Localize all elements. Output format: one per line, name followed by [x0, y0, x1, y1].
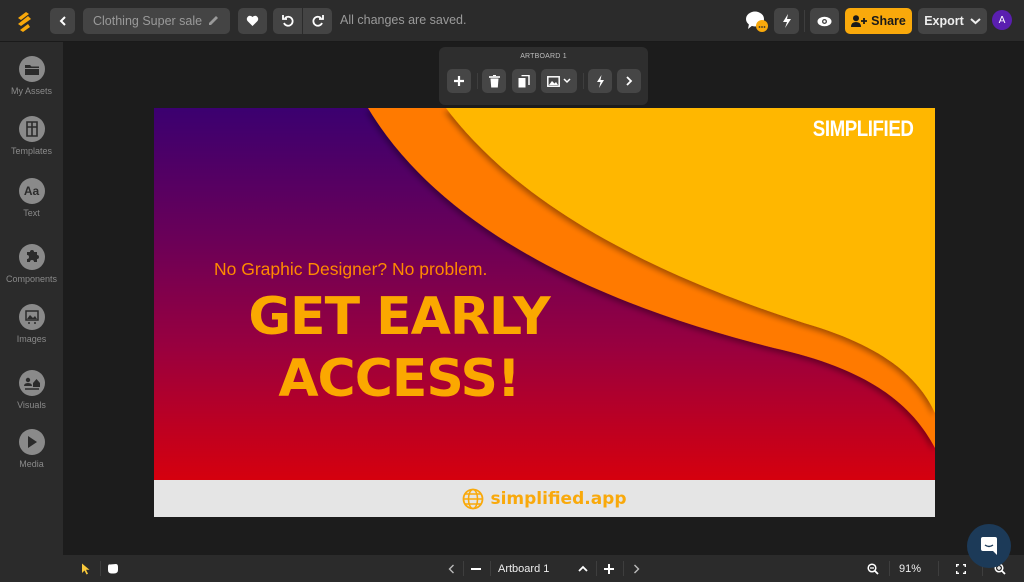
headline-line-2: ACCESS! [278, 349, 520, 409]
remove-artboard-button[interactable] [468, 555, 484, 582]
sidebar-item-media[interactable]: Media [0, 429, 63, 469]
next-artboard-button[interactable] [617, 69, 641, 93]
delete-artboard-button[interactable] [482, 69, 506, 93]
comments-button[interactable] [745, 10, 771, 34]
app-logo-icon[interactable] [14, 10, 34, 32]
fit-to-screen-button[interactable] [953, 555, 969, 582]
tagline-text: No Graphic Designer? No problem. [214, 259, 488, 279]
export-label: Export [924, 14, 964, 28]
plus-icon [604, 563, 614, 574]
add-artboard-button[interactable] [447, 69, 471, 93]
image-icon [18, 304, 45, 330]
add-user-icon [851, 15, 868, 27]
eye-icon [817, 16, 832, 26]
sidebar-item-images[interactable]: Images [0, 304, 63, 344]
chevron-left-icon [59, 16, 66, 26]
heart-icon [246, 15, 259, 26]
save-status: All changes are saved. [340, 13, 467, 27]
comment-icon [746, 11, 768, 32]
hand-tool-button[interactable] [105, 555, 121, 582]
zoom-level[interactable]: 91% [895, 555, 925, 582]
previous-artboard-button[interactable] [444, 555, 458, 582]
image-icon [547, 75, 560, 87]
sidebar-item-components[interactable]: Components [0, 244, 63, 284]
artboard-toolbar-label: ARTBOARD 1 [520, 53, 567, 60]
puzzle-icon [18, 244, 45, 270]
artboard-list-toggle[interactable] [576, 555, 590, 582]
redo-button[interactable] [303, 8, 332, 34]
trash-icon [488, 74, 500, 87]
artboard-name[interactable]: Artboard 1 [498, 555, 560, 582]
avatar[interactable]: A [992, 10, 1012, 30]
sidebar-item-visuals[interactable]: Visuals [0, 370, 63, 410]
zoom-out-icon [867, 562, 879, 575]
undo-icon [281, 15, 294, 27]
templates-icon [18, 116, 45, 142]
support-chat-button[interactable] [967, 524, 1011, 568]
magic-resize-button[interactable] [588, 69, 612, 93]
cursor-icon [81, 563, 89, 574]
document-title-field[interactable]: Clothing Super sale [83, 8, 230, 34]
copy-icon [518, 74, 530, 87]
add-artboard-bottom-button[interactable] [601, 555, 617, 582]
headline-line-1: GET EARLY [248, 287, 550, 347]
chat-icon [981, 537, 997, 555]
plus-icon [454, 76, 464, 86]
footer-url: simplified.app [490, 488, 627, 509]
favorite-button[interactable] [238, 8, 267, 34]
share-label: Share [871, 14, 906, 28]
chevron-right-icon [626, 76, 633, 86]
globe-icon [463, 488, 484, 509]
artboard[interactable]: SIMPLIFIED No Graphic Designer? No probl… [154, 108, 935, 517]
magic-button[interactable] [774, 8, 799, 34]
lightning-icon [782, 14, 791, 28]
next-artboard-bottom-button[interactable] [629, 555, 643, 582]
zoom-out-button[interactable] [864, 555, 882, 582]
chevron-down-icon [970, 18, 981, 25]
lightning-icon [596, 74, 604, 88]
share-button[interactable]: Share [845, 8, 912, 34]
pencil-icon[interactable] [207, 14, 220, 27]
select-tool-button[interactable] [77, 555, 93, 582]
fullscreen-icon [956, 563, 966, 574]
chevron-up-icon [578, 565, 588, 572]
document-title: Clothing Super sale [93, 14, 203, 28]
chevron-right-icon [633, 564, 639, 573]
divider [804, 10, 805, 32]
artboard-toolbar: ARTBOARD 1 [439, 47, 648, 105]
sidebar-item-my-assets[interactable]: My Assets [0, 56, 63, 96]
chevron-left-icon [448, 564, 454, 573]
play-icon [18, 429, 45, 455]
sidebar: My Assets Templates Aa Text Components I… [0, 42, 63, 582]
headline-text: GET EARLY ACCESS! [209, 286, 589, 410]
duplicate-artboard-button[interactable] [512, 69, 536, 93]
export-button[interactable]: Export [918, 8, 987, 34]
brand-logo-text: SIMPLIFIED [812, 116, 913, 141]
folder-icon [18, 56, 45, 82]
chevron-down-icon [563, 78, 571, 84]
top-bar: Clothing Super sale All changes are save… [0, 0, 1024, 42]
back-button[interactable] [50, 8, 75, 34]
visuals-icon [18, 370, 45, 396]
preview-button[interactable] [810, 8, 839, 34]
redo-icon [311, 15, 324, 27]
background-image-dropdown[interactable] [541, 69, 577, 93]
artboard-footer: simplified.app [154, 480, 935, 517]
minus-icon [471, 567, 481, 570]
hand-icon [108, 564, 118, 574]
undo-button[interactable] [273, 8, 302, 34]
bottom-bar: Artboard 1 91% [63, 555, 1024, 582]
sidebar-item-templates[interactable]: Templates [0, 116, 63, 156]
text-icon: Aa [18, 178, 45, 204]
sidebar-item-text[interactable]: Aa Text [0, 178, 63, 218]
